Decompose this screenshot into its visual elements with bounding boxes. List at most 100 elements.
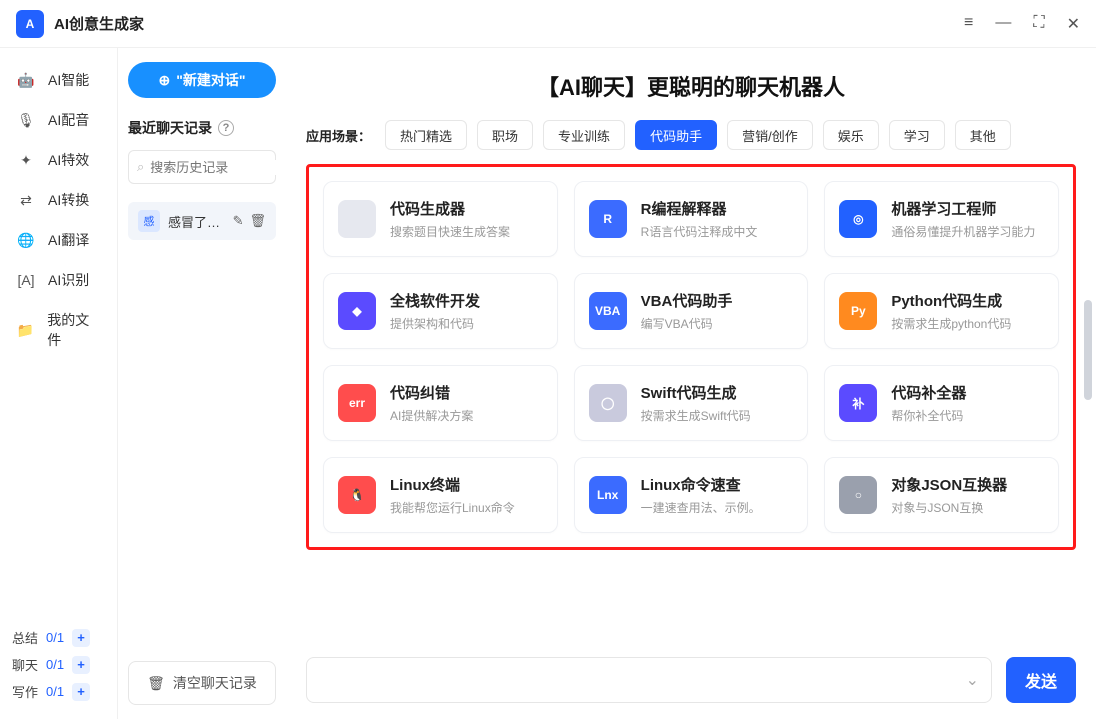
footer-plus-button[interactable]: +: [72, 629, 90, 647]
card-subtitle: 按需求生成Swift代码: [641, 407, 751, 424]
tool-card-7[interactable]: ◯Swift代码生成按需求生成Swift代码: [574, 365, 809, 441]
card-icon: ◎: [839, 200, 877, 238]
tool-card-8[interactable]: 补代码补全器帮你补全代码: [824, 365, 1059, 441]
card-title: Python代码生成: [891, 290, 1011, 311]
footer-count: 0/1: [46, 657, 64, 672]
card-title: 机器学习工程师: [891, 198, 1035, 219]
tool-card-2[interactable]: ◎ 机器学习工程师通俗易懂提升机器学习能力: [824, 181, 1059, 257]
card-body: R编程解释器R语言代码注释成中文: [641, 198, 758, 240]
card-body: Python代码生成按需求生成python代码: [891, 290, 1011, 332]
translate-icon: 🌐: [16, 230, 36, 250]
new-chat-label: "新建对话": [176, 70, 245, 90]
card-icon: 🐧: [338, 476, 376, 514]
card-title: 对象JSON互换器: [891, 474, 1007, 495]
titlebar: A AI创意生成家 ≡ — ⛶ ✕: [0, 0, 1096, 48]
menu-icon[interactable]: ≡: [964, 14, 973, 34]
card-subtitle: 提供架构和代码: [390, 315, 480, 332]
card-icon: ○: [839, 476, 877, 514]
tool-card-3[interactable]: ◆ 全栈软件开发提供架构和代码: [323, 273, 558, 349]
sidebar-item-3[interactable]: ⇄AI转换: [0, 180, 117, 220]
scene-chip-6[interactable]: 学习: [889, 120, 945, 150]
sidebar-footer: 总结0/1+聊天0/1+写作0/1+: [0, 614, 117, 719]
scene-chip-4[interactable]: 营销/创作: [727, 120, 813, 150]
footer-count: 0/1: [46, 630, 64, 645]
card-subtitle: 帮你补全代码: [891, 407, 966, 424]
sidebar-item-label: 我的文件: [47, 310, 101, 350]
tool-card-1[interactable]: R R编程解释器R语言代码注释成中文: [574, 181, 809, 257]
card-subtitle: 通俗易懂提升机器学习能力: [891, 223, 1035, 240]
sidebar-item-label: AI转换: [48, 190, 89, 210]
card-icon: err: [338, 384, 376, 422]
scene-filter-row: 应用场景： 热门精选职场专业训练代码助手营销/创作娱乐学习其他: [306, 120, 1076, 150]
help-icon[interactable]: ?: [218, 120, 234, 136]
tool-card-4[interactable]: VBAVBA代码助手编写VBA代码: [574, 273, 809, 349]
sidebar-item-1[interactable]: 🎙AI配音: [0, 100, 117, 140]
tool-card-10[interactable]: Lnx Linux命令速查一建速查用法、示例。: [574, 457, 809, 533]
clear-history-label: 清空聊天记录: [173, 673, 257, 693]
card-icon: ◆: [338, 292, 376, 330]
scene-chip-7[interactable]: 其他: [955, 120, 1011, 150]
footer-plus-button[interactable]: +: [72, 656, 90, 674]
minimize-icon[interactable]: —: [995, 14, 1011, 34]
footer-row-2: 写作0/1+: [12, 678, 105, 705]
sidebar-item-6[interactable]: 📁 我的文件: [0, 300, 117, 360]
footer-row-0: 总结0/1+: [12, 624, 105, 651]
sidebar-item-label: AI识别: [48, 270, 89, 290]
card-body: 机器学习工程师通俗易懂提升机器学习能力: [891, 198, 1035, 240]
tool-card-9[interactable]: 🐧Linux终端我能帮您运行Linux命令: [323, 457, 558, 533]
card-grid-highlight: 代码生成器搜索题目快速生成答案 R R编程解释器R语言代码注释成中文 ◎ 机器学习工程师…: [306, 164, 1076, 550]
card-body: 代码生成器搜索题目快速生成答案: [390, 198, 510, 240]
footer-plus-button[interactable]: +: [72, 683, 90, 701]
sidebar-item-4[interactable]: 🌐AI翻译: [0, 220, 117, 260]
scrollbar[interactable]: [1084, 300, 1092, 400]
chat-input[interactable]: ⌄: [306, 657, 992, 703]
footer-label: 聊天: [12, 655, 38, 674]
history-item[interactable]: 感 感冒了能… ✎ 🗑: [128, 202, 276, 240]
tool-card-5[interactable]: Py Python代码生成按需求生成python代码: [824, 273, 1059, 349]
card-title: 代码生成器: [390, 198, 510, 219]
scene-chip-0[interactable]: 热门精选: [385, 120, 467, 150]
robot-icon: 🤖: [16, 70, 36, 90]
delete-icon[interactable]: 🗑: [249, 213, 266, 229]
card-icon: 补: [839, 384, 877, 422]
chevron-down-icon[interactable]: ⌄: [966, 670, 979, 690]
card-title: Linux终端: [390, 474, 515, 495]
card-body: 全栈软件开发提供架构和代码: [390, 290, 480, 332]
tool-card-11[interactable]: ○对象JSON互换器对象与JSON互换: [824, 457, 1059, 533]
sparkle-icon: ✦: [16, 150, 36, 170]
scene-chip-3[interactable]: 代码助手: [635, 120, 717, 150]
footer-label: 写作: [12, 682, 38, 701]
card-subtitle: 一建速查用法、示例。: [641, 499, 761, 516]
folder-icon: 📁: [16, 320, 35, 340]
scene-chip-2[interactable]: 专业训练: [543, 120, 625, 150]
sidebar-item-label: AI智能: [48, 70, 89, 90]
history-search[interactable]: ⌕: [128, 150, 276, 184]
sidebar-item-0[interactable]: 🤖 AI智能: [0, 60, 117, 100]
card-icon: Py: [839, 292, 877, 330]
scene-chip-1[interactable]: 职场: [477, 120, 533, 150]
card-icon: Lnx: [589, 476, 627, 514]
maximize-icon[interactable]: ⛶: [1033, 14, 1044, 34]
edit-icon[interactable]: ✎: [233, 213, 244, 229]
send-button[interactable]: 发送: [1006, 657, 1076, 703]
new-chat-button[interactable]: ⊕ "新建对话": [128, 62, 276, 98]
clear-history-button[interactable]: 🗑 清空聊天记录: [128, 661, 276, 705]
recent-chats-header: 最近聊天记录 ?: [128, 118, 276, 138]
sidebar-item-5[interactable]: [A]AI识别: [0, 260, 117, 300]
close-icon[interactable]: ✕: [1067, 14, 1080, 34]
search-icon: ⌕: [137, 159, 144, 175]
sidebar-item-2[interactable]: ✦AI特效: [0, 140, 117, 180]
scene-chip-5[interactable]: 娱乐: [823, 120, 879, 150]
tool-card-0[interactable]: 代码生成器搜索题目快速生成答案: [323, 181, 558, 257]
card-icon: ◯: [589, 384, 627, 422]
card-body: VBA代码助手编写VBA代码: [641, 290, 733, 332]
card-title: R编程解释器: [641, 198, 758, 219]
tool-card-6[interactable]: err代码纠错AI提供解决方案: [323, 365, 558, 441]
card-body: Linux命令速查一建速查用法、示例。: [641, 474, 761, 516]
history-item-text: 感冒了能…: [168, 212, 225, 231]
card-grid: 代码生成器搜索题目快速生成答案 R R编程解释器R语言代码注释成中文 ◎ 机器学习工程师…: [323, 181, 1059, 533]
card-icon: R: [589, 200, 627, 238]
card-title: 代码纠错: [390, 382, 473, 403]
sidebar-item-label: AI配音: [48, 110, 89, 130]
history-actions: ✎ 🗑: [233, 213, 266, 229]
